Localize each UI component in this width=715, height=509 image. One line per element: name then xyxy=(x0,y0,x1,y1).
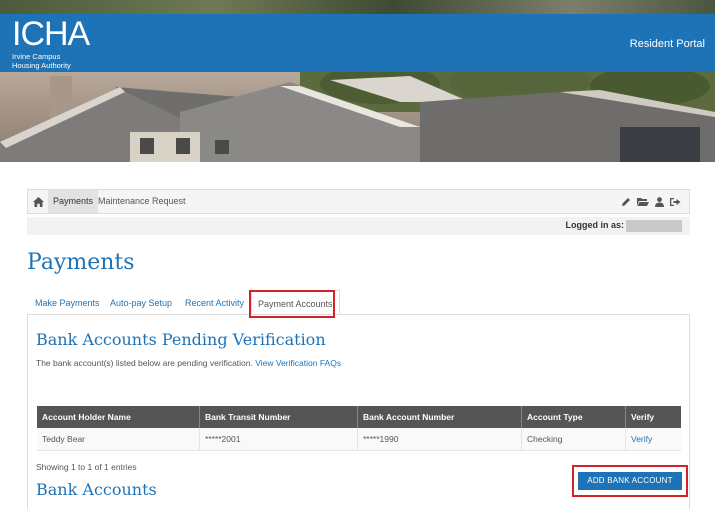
icha-logo[interactable]: ICHA Irvine Campus Housing Authority xyxy=(12,15,90,70)
col-verify[interactable]: Verify xyxy=(625,406,681,428)
site-header: ICHA Irvine Campus Housing Authority Res… xyxy=(0,14,715,72)
col-account-type[interactable]: Account Type xyxy=(521,406,626,428)
page-title: Payments xyxy=(27,250,135,275)
header-photo-strip xyxy=(0,0,715,14)
verify-link[interactable]: Verify xyxy=(625,428,681,451)
add-bank-account-button[interactable]: ADD BANK ACCOUNT xyxy=(578,472,682,490)
logged-in-label: Logged in as: xyxy=(565,220,625,230)
table-header-row: Account Holder Name Bank Transit Number … xyxy=(37,406,681,428)
logo-mark: ICHA xyxy=(12,15,90,53)
home-icon[interactable] xyxy=(28,190,48,213)
resident-portal-label: Resident Portal xyxy=(629,38,705,50)
cell-type: Checking xyxy=(521,428,626,451)
logo-line-2: Housing Authority xyxy=(12,61,71,70)
pending-description-text: The bank account(s) listed below are pen… xyxy=(36,358,253,368)
col-bank-account-number[interactable]: Bank Account Number xyxy=(357,406,522,428)
folder-open-icon[interactable] xyxy=(637,197,649,207)
nav-payments[interactable]: Payments xyxy=(48,190,99,213)
tab-make-payments[interactable]: Make Payments xyxy=(35,290,100,314)
payment-tabs: Make Payments Auto-pay Setup Recent Acti… xyxy=(27,290,690,314)
tab-auto-pay-setup[interactable]: Auto-pay Setup xyxy=(110,290,172,314)
cell-holder: Teddy Bear xyxy=(37,428,200,451)
tab-highlight-box xyxy=(249,290,335,318)
bank-accounts-title: Bank Accounts xyxy=(36,480,157,499)
col-account-holder-name[interactable]: Account Holder Name xyxy=(37,406,200,428)
nav-icon-group xyxy=(621,190,681,213)
tab-recent-activity[interactable]: Recent Activity xyxy=(185,290,244,314)
sign-out-icon[interactable] xyxy=(670,197,681,207)
logo-line-1: Irvine Campus xyxy=(12,52,61,61)
pending-accounts-table: Account Holder Name Bank Transit Number … xyxy=(37,406,681,451)
session-bar: Logged in as: xyxy=(27,217,690,235)
table-row: Teddy Bear *****2001 *****1990 Checking … xyxy=(37,428,681,451)
nav-maintenance-request[interactable]: Maintenance Request xyxy=(93,190,191,213)
col-bank-transit-number[interactable]: Bank Transit Number xyxy=(199,406,358,428)
pending-verification-title: Bank Accounts Pending Verification xyxy=(36,330,326,349)
pending-description: The bank account(s) listed below are pen… xyxy=(36,358,341,368)
verification-faqs-link[interactable]: View Verification FAQs xyxy=(255,358,341,368)
entries-info: Showing 1 to 1 of 1 entries xyxy=(36,462,137,472)
pencil-icon[interactable] xyxy=(621,197,631,207)
logged-in-user-redacted xyxy=(626,220,682,232)
cell-transit: *****2001 xyxy=(199,428,358,451)
cell-account: *****1990 xyxy=(357,428,522,451)
hero-banner-image xyxy=(0,72,715,162)
user-icon[interactable] xyxy=(655,196,664,207)
main-navbar: Payments Maintenance Request xyxy=(27,189,690,214)
